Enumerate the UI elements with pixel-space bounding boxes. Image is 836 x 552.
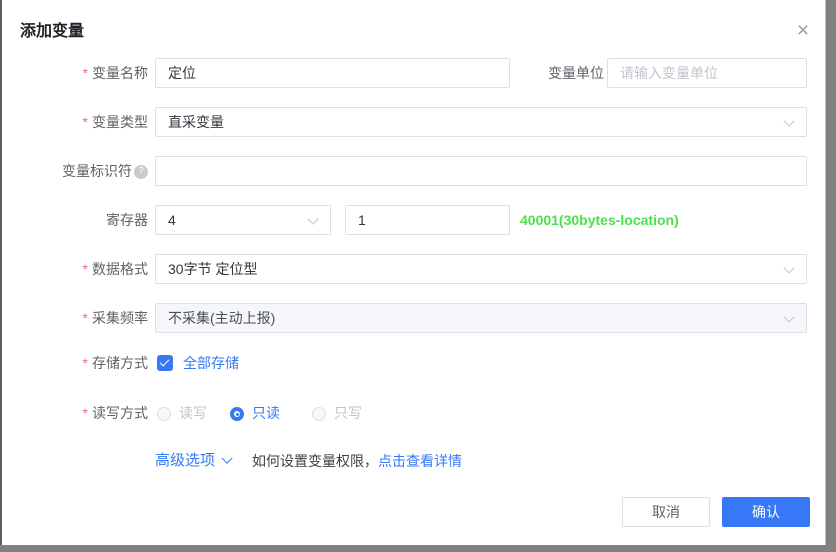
chevron-down-icon (221, 453, 232, 464)
required-mark: * (83, 261, 88, 277)
register-type-select[interactable]: 4 (155, 205, 331, 235)
radio-write-only: 只写 (312, 402, 362, 424)
variable-type-select[interactable]: 直采变量 (155, 107, 807, 137)
permission-hint: 如何设置变量权限，点击查看详情 (252, 450, 462, 472)
register-address-input[interactable] (345, 205, 510, 235)
help-icon[interactable]: ? (134, 165, 148, 179)
confirm-button[interactable]: 确认 (722, 497, 810, 527)
access-mode-label: *读写方式 (2, 402, 148, 424)
radio-selected-icon (230, 407, 244, 421)
variable-unit-label: 变量单位 (492, 58, 604, 88)
cancel-button[interactable]: 取消 (622, 497, 710, 527)
data-format-value: 30字节 定位型 (168, 261, 257, 277)
variable-name-input[interactable] (155, 58, 510, 88)
collect-frequency-select: 不采集(主动上报) (155, 303, 807, 333)
chevron-down-icon (783, 311, 794, 322)
storage-all-checkbox-label[interactable]: 全部存储 (183, 355, 239, 371)
variable-unit-input[interactable] (607, 58, 807, 88)
radio-read-only[interactable]: 只读 (230, 402, 280, 424)
register-label: 寄存器 (2, 205, 148, 235)
view-details-link[interactable]: 点击查看详情 (378, 453, 462, 469)
radio-read-write: 读写 (157, 402, 207, 424)
data-format-select[interactable]: 30字节 定位型 (155, 254, 807, 284)
chevron-down-icon (783, 115, 794, 126)
variable-identifier-label: 变量标识符? (2, 156, 148, 186)
window-left-edge (0, 0, 2, 545)
required-mark: * (83, 65, 88, 81)
register-type-value: 4 (168, 212, 176, 228)
radio-icon (157, 407, 171, 421)
close-icon[interactable]: × (790, 18, 816, 44)
required-mark: * (83, 405, 88, 421)
storage-all-checkbox[interactable] (157, 355, 173, 371)
advanced-options-toggle[interactable]: 高级选项 (155, 450, 231, 472)
variable-type-label: *变量类型 (2, 107, 148, 137)
add-variable-dialog: 添加变量 × *变量名称 变量单位 *变量类型 直采变量 变量标识符? 寄存器 … (2, 0, 826, 545)
storage-mode-label: *存储方式 (2, 352, 148, 374)
collect-frequency-value: 不采集(主动上报) (168, 310, 275, 326)
radio-icon (312, 407, 326, 421)
required-mark: * (83, 114, 88, 130)
required-mark: * (83, 355, 88, 371)
data-format-label: *数据格式 (2, 254, 148, 284)
variable-identifier-input[interactable] (155, 156, 807, 186)
register-address-hint: 40001(30bytes-location) (520, 205, 679, 235)
required-mark: * (83, 310, 88, 326)
dialog-title: 添加变量 (20, 17, 84, 41)
chevron-down-icon (783, 262, 794, 273)
variable-name-label: *变量名称 (2, 58, 148, 88)
collect-frequency-label: *采集频率 (2, 303, 148, 333)
chevron-down-icon (307, 213, 318, 224)
variable-type-value: 直采变量 (168, 114, 224, 130)
